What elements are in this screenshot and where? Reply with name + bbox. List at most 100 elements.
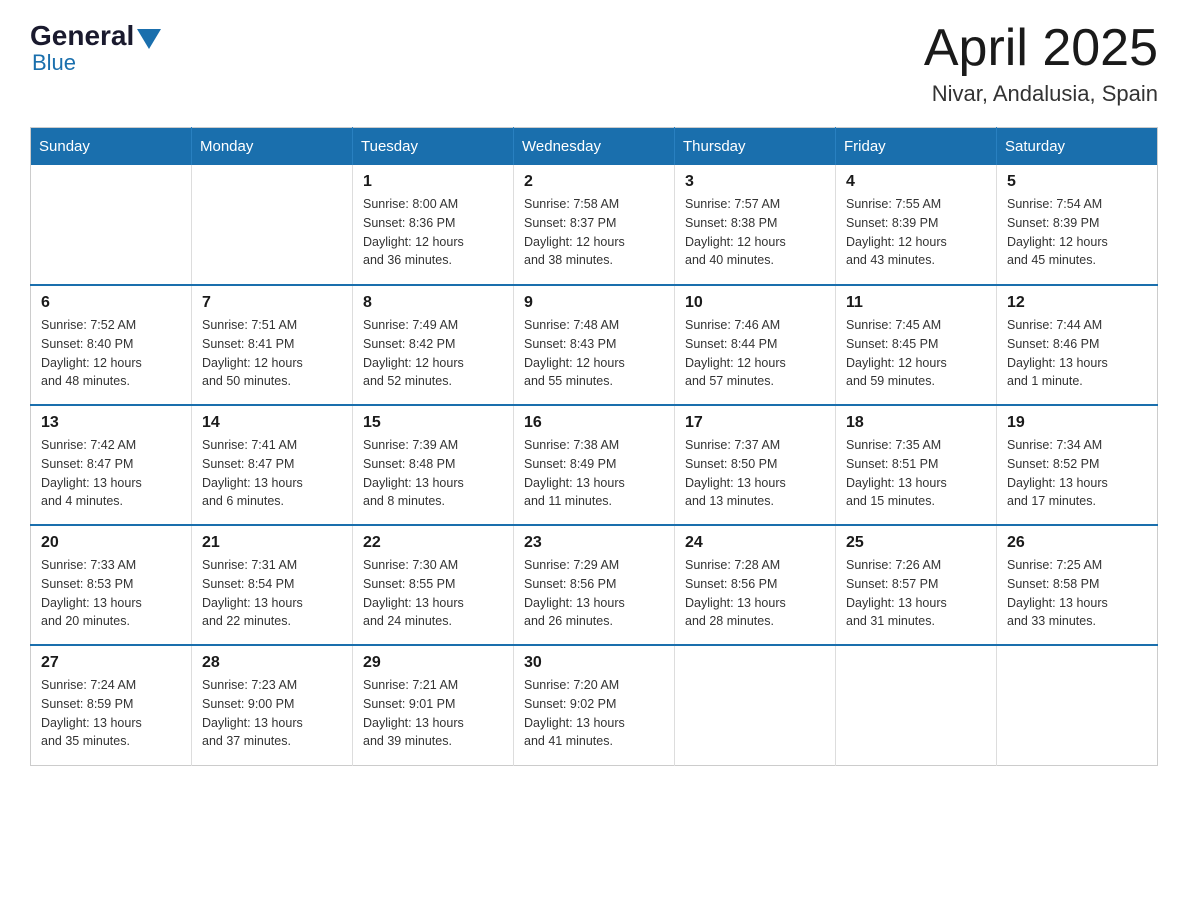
day-info: Sunrise: 7:45 AMSunset: 8:45 PMDaylight:… [846, 316, 986, 391]
calendar-body: 1Sunrise: 8:00 AMSunset: 8:36 PMDaylight… [31, 165, 1158, 765]
day-info: Sunrise: 7:25 AMSunset: 8:58 PMDaylight:… [1007, 556, 1147, 631]
day-info: Sunrise: 7:33 AMSunset: 8:53 PMDaylight:… [41, 556, 181, 631]
day-number: 20 [41, 534, 181, 552]
day-info: Sunrise: 7:41 AMSunset: 8:47 PMDaylight:… [202, 436, 342, 511]
day-number: 28 [202, 654, 342, 672]
calendar-day-header: Friday [836, 128, 997, 166]
day-number: 4 [846, 173, 986, 191]
calendar-cell: 2 Sunrise: 7:58 AMSunset: 8:37 PMDaylight… [514, 165, 675, 285]
day-number: 16 [524, 414, 664, 432]
logo-general-text: General [30, 20, 134, 52]
day-info: Sunrise: 7:48 AMSunset: 8:43 PMDaylight:… [524, 316, 664, 391]
calendar-cell: 12 Sunrise: 7:44 AMSunset: 8:46 PMDayligh… [997, 285, 1158, 405]
day-number: 25 [846, 534, 986, 552]
day-number: 23 [524, 534, 664, 552]
day-info: Sunrise: 7:31 AMSunset: 8:54 PMDaylight:… [202, 556, 342, 631]
calendar-week-row: 27 Sunrise: 7:24 AMSunset: 8:59 PMDayligh… [31, 645, 1158, 765]
day-info: Sunrise: 7:58 AMSunset: 8:37 PMDaylight:… [524, 195, 664, 270]
day-number: 19 [1007, 414, 1147, 432]
day-number: 2 [524, 173, 664, 191]
day-number: 5 [1007, 173, 1147, 191]
calendar-cell: 8 Sunrise: 7:49 AMSunset: 8:42 PMDaylight… [353, 285, 514, 405]
page-header: General Blue April 2025 Nivar, Andalusia… [30, 20, 1158, 107]
day-info: Sunrise: 7:34 AMSunset: 8:52 PMDaylight:… [1007, 436, 1147, 511]
day-info: Sunrise: 7:28 AMSunset: 8:56 PMDaylight:… [685, 556, 825, 631]
calendar-cell: 5 Sunrise: 7:54 AMSunset: 8:39 PMDaylight… [997, 165, 1158, 285]
calendar-week-row: 1Sunrise: 8:00 AMSunset: 8:36 PMDaylight… [31, 165, 1158, 285]
calendar-cell: 17Sunrise: 7:37 AMSunset: 8:50 PMDayligh… [675, 405, 836, 525]
day-info: Sunrise: 7:21 AMSunset: 9:01 PMDaylight:… [363, 676, 503, 751]
day-number: 22 [363, 534, 503, 552]
day-info: Sunrise: 7:46 AMSunset: 8:44 PMDaylight:… [685, 316, 825, 391]
day-number: 27 [41, 654, 181, 672]
calendar-cell: 25Sunrise: 7:26 AMSunset: 8:57 PMDayligh… [836, 525, 997, 645]
day-info: Sunrise: 7:35 AMSunset: 8:51 PMDaylight:… [846, 436, 986, 511]
calendar-cell: 11 Sunrise: 7:45 AMSunset: 8:45 PMDayligh… [836, 285, 997, 405]
day-info: Sunrise: 7:44 AMSunset: 8:46 PMDaylight:… [1007, 316, 1147, 391]
logo: General Blue [30, 20, 164, 76]
day-info: Sunrise: 8:00 AMSunset: 8:36 PMDaylight:… [363, 195, 503, 270]
calendar-cell: 22Sunrise: 7:30 AMSunset: 8:55 PMDayligh… [353, 525, 514, 645]
title-section: April 2025 Nivar, Andalusia, Spain [924, 20, 1158, 107]
calendar-cell: 30 Sunrise: 7:20 AMSunset: 9:02 PMDayligh… [514, 645, 675, 765]
day-number: 9 [524, 294, 664, 312]
calendar-day-header: Wednesday [514, 128, 675, 166]
day-number: 26 [1007, 534, 1147, 552]
calendar-week-row: 6Sunrise: 7:52 AMSunset: 8:40 PMDaylight… [31, 285, 1158, 405]
logo-blue-text: Blue [32, 50, 76, 76]
calendar-cell: 15Sunrise: 7:39 AMSunset: 8:48 PMDayligh… [353, 405, 514, 525]
day-info: Sunrise: 7:24 AMSunset: 8:59 PMDaylight:… [41, 676, 181, 751]
day-number: 6 [41, 294, 181, 312]
month-title: April 2025 [924, 20, 1158, 77]
calendar-week-row: 20 Sunrise: 7:33 AMSunset: 8:53 PMDayligh… [31, 525, 1158, 645]
calendar-cell [192, 165, 353, 285]
calendar-cell: 10 Sunrise: 7:46 AMSunset: 8:44 PMDayligh… [675, 285, 836, 405]
day-number: 29 [363, 654, 503, 672]
calendar-cell: 7 Sunrise: 7:51 AMSunset: 8:41 PMDaylight… [192, 285, 353, 405]
calendar-cell: 14 Sunrise: 7:41 AMSunset: 8:47 PMDayligh… [192, 405, 353, 525]
day-number: 24 [685, 534, 825, 552]
calendar-cell: 3 Sunrise: 7:57 AMSunset: 8:38 PMDaylight… [675, 165, 836, 285]
day-info: Sunrise: 7:49 AMSunset: 8:42 PMDaylight:… [363, 316, 503, 391]
location-subtitle: Nivar, Andalusia, Spain [924, 81, 1158, 107]
calendar-cell [997, 645, 1158, 765]
day-info: Sunrise: 7:51 AMSunset: 8:41 PMDaylight:… [202, 316, 342, 391]
day-info: Sunrise: 7:42 AMSunset: 8:47 PMDaylight:… [41, 436, 181, 511]
day-number: 18 [846, 414, 986, 432]
day-number: 3 [685, 173, 825, 191]
calendar-cell: 28Sunrise: 7:23 AMSunset: 9:00 PMDayligh… [192, 645, 353, 765]
day-info: Sunrise: 7:57 AMSunset: 8:38 PMDaylight:… [685, 195, 825, 270]
day-number: 15 [363, 414, 503, 432]
day-info: Sunrise: 7:29 AMSunset: 8:56 PMDaylight:… [524, 556, 664, 631]
day-number: 10 [685, 294, 825, 312]
day-info: Sunrise: 7:38 AMSunset: 8:49 PMDaylight:… [524, 436, 664, 511]
day-info: Sunrise: 7:37 AMSunset: 8:50 PMDaylight:… [685, 436, 825, 511]
day-number: 8 [363, 294, 503, 312]
calendar-cell: 9 Sunrise: 7:48 AMSunset: 8:43 PMDaylight… [514, 285, 675, 405]
day-info: Sunrise: 7:55 AMSunset: 8:39 PMDaylight:… [846, 195, 986, 270]
day-number: 11 [846, 294, 986, 312]
day-info: Sunrise: 7:20 AMSunset: 9:02 PMDaylight:… [524, 676, 664, 751]
calendar-cell: 1Sunrise: 8:00 AMSunset: 8:36 PMDaylight… [353, 165, 514, 285]
calendar-cell: 26 Sunrise: 7:25 AMSunset: 8:58 PMDayligh… [997, 525, 1158, 645]
calendar-cell: 24 Sunrise: 7:28 AMSunset: 8:56 PMDayligh… [675, 525, 836, 645]
day-number: 30 [524, 654, 664, 672]
calendar-cell: 6Sunrise: 7:52 AMSunset: 8:40 PMDaylight… [31, 285, 192, 405]
day-number: 7 [202, 294, 342, 312]
calendar-day-header: Saturday [997, 128, 1158, 166]
calendar-cell: 18 Sunrise: 7:35 AMSunset: 8:51 PMDayligh… [836, 405, 997, 525]
calendar-cell: 23 Sunrise: 7:29 AMSunset: 8:56 PMDayligh… [514, 525, 675, 645]
calendar-cell [31, 165, 192, 285]
calendar-cell: 19 Sunrise: 7:34 AMSunset: 8:52 PMDayligh… [997, 405, 1158, 525]
logo-triangle-icon [137, 29, 161, 49]
day-info: Sunrise: 7:54 AMSunset: 8:39 PMDaylight:… [1007, 195, 1147, 270]
calendar-cell: 29 Sunrise: 7:21 AMSunset: 9:01 PMDayligh… [353, 645, 514, 765]
day-number: 14 [202, 414, 342, 432]
day-number: 12 [1007, 294, 1147, 312]
calendar-week-row: 13Sunrise: 7:42 AMSunset: 8:47 PMDayligh… [31, 405, 1158, 525]
calendar-cell: 27 Sunrise: 7:24 AMSunset: 8:59 PMDayligh… [31, 645, 192, 765]
calendar-header: SundayMondayTuesdayWednesdayThursdayFrid… [31, 128, 1158, 166]
day-number: 21 [202, 534, 342, 552]
calendar-cell [836, 645, 997, 765]
calendar-cell: 21 Sunrise: 7:31 AMSunset: 8:54 PMDayligh… [192, 525, 353, 645]
